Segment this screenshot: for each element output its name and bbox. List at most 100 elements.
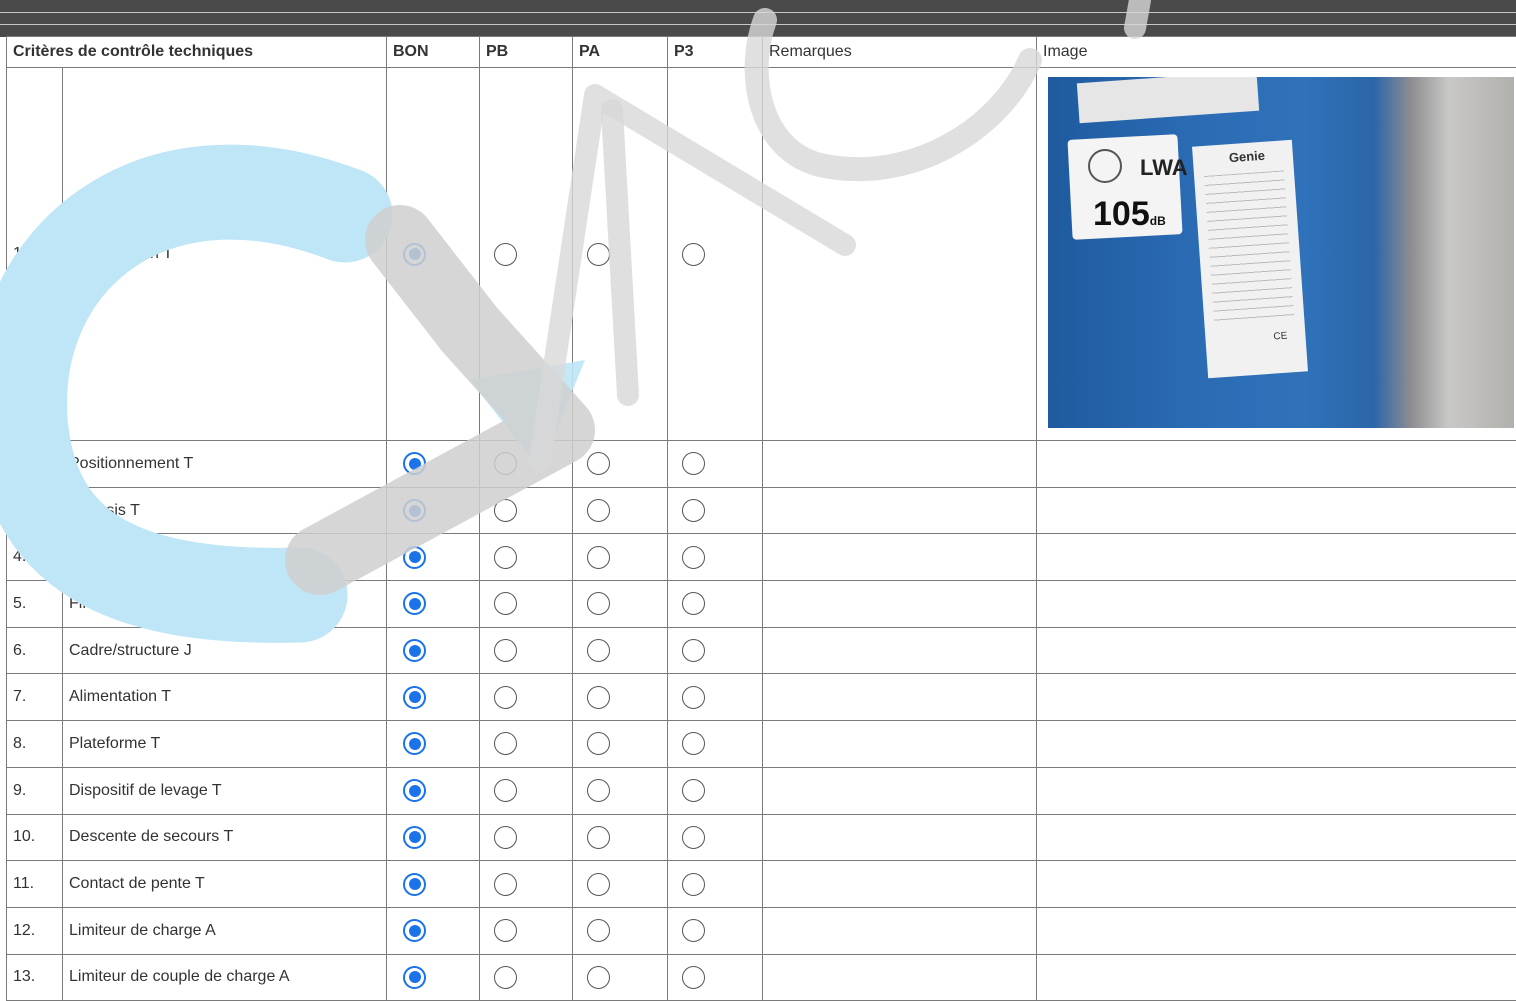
- cell-pa: [573, 721, 668, 768]
- row-criterion: Châssis T: [63, 487, 387, 534]
- radio-pa[interactable]: [587, 592, 610, 615]
- radio-pa[interactable]: [587, 546, 610, 569]
- row-image: [1037, 814, 1516, 861]
- radio-bon[interactable]: [403, 546, 426, 569]
- cell-bon: [387, 487, 480, 534]
- radio-p3[interactable]: [682, 546, 705, 569]
- radio-p3[interactable]: [682, 243, 705, 266]
- radio-pa[interactable]: [587, 499, 610, 522]
- row-image: [1037, 441, 1516, 488]
- radio-p3[interactable]: [682, 592, 705, 615]
- radio-p3[interactable]: [682, 732, 705, 755]
- row-criterion: Positionnement T: [63, 441, 387, 488]
- row-remarks[interactable]: [763, 581, 1037, 628]
- row-criterion: Identification T: [63, 68, 387, 441]
- row-remarks[interactable]: [763, 441, 1037, 488]
- row-image: [1037, 581, 1516, 628]
- radio-bon[interactable]: [403, 826, 426, 849]
- row-number: 5.: [7, 581, 63, 628]
- radio-pb[interactable]: [494, 686, 517, 709]
- row-remarks[interactable]: [763, 674, 1037, 721]
- photo-sticker: [1077, 77, 1259, 123]
- row-remarks[interactable]: [763, 861, 1037, 908]
- radio-pb[interactable]: [494, 546, 517, 569]
- radio-pa[interactable]: [587, 919, 610, 942]
- table-row: 2.Positionnement T: [7, 441, 1516, 488]
- radio-pa[interactable]: [587, 779, 610, 802]
- radio-pa[interactable]: [587, 243, 610, 266]
- table-row: 3.Châssis T: [7, 487, 1516, 534]
- cell-pa: [573, 68, 668, 441]
- cell-pb: [480, 814, 573, 861]
- header-pb: PB: [480, 37, 573, 68]
- header-image: Image: [1037, 37, 1516, 68]
- radio-p3[interactable]: [682, 966, 705, 989]
- radio-pb[interactable]: [494, 592, 517, 615]
- radio-p3[interactable]: [682, 452, 705, 475]
- cell-bon: [387, 861, 480, 908]
- radio-pb[interactable]: [494, 243, 517, 266]
- row-image: [1037, 627, 1516, 674]
- radio-pb[interactable]: [494, 452, 517, 475]
- radio-pa[interactable]: [587, 826, 610, 849]
- radio-bon[interactable]: [403, 243, 426, 266]
- row-number: 10.: [7, 814, 63, 861]
- row-remarks[interactable]: [763, 68, 1037, 441]
- row-remarks[interactable]: [763, 767, 1037, 814]
- radio-pa[interactable]: [587, 732, 610, 755]
- cell-bon: [387, 581, 480, 628]
- row-remarks[interactable]: [763, 534, 1037, 581]
- radio-pb[interactable]: [494, 639, 517, 662]
- radio-bon[interactable]: [403, 639, 426, 662]
- row-criterion: Alimentation T: [63, 674, 387, 721]
- row-remarks[interactable]: [763, 487, 1037, 534]
- radio-pa[interactable]: [587, 686, 610, 709]
- radio-pb[interactable]: [494, 732, 517, 755]
- radio-pb[interactable]: [494, 779, 517, 802]
- radio-bon[interactable]: [403, 499, 426, 522]
- cell-bon: [387, 814, 480, 861]
- radio-p3[interactable]: [682, 919, 705, 942]
- radio-pb[interactable]: [494, 966, 517, 989]
- radio-pa[interactable]: [587, 639, 610, 662]
- row-image: [1037, 534, 1516, 581]
- radio-pb[interactable]: [494, 499, 517, 522]
- radio-bon[interactable]: [403, 452, 426, 475]
- cell-pa: [573, 767, 668, 814]
- cell-p3: [668, 581, 763, 628]
- header-criteria: Critères de contrôle techniques: [7, 37, 387, 68]
- cell-pb: [480, 674, 573, 721]
- cell-pb: [480, 721, 573, 768]
- radio-bon[interactable]: [403, 779, 426, 802]
- radio-pb[interactable]: [494, 919, 517, 942]
- cell-p3: [668, 767, 763, 814]
- cell-pb: [480, 487, 573, 534]
- radio-pa[interactable]: [587, 452, 610, 475]
- radio-bon[interactable]: [403, 919, 426, 942]
- row-criterion: Cadre/structure J: [63, 627, 387, 674]
- radio-pa[interactable]: [587, 966, 610, 989]
- radio-pb[interactable]: [494, 873, 517, 896]
- radio-p3[interactable]: [682, 639, 705, 662]
- radio-bon[interactable]: [403, 732, 426, 755]
- row-remarks[interactable]: [763, 814, 1037, 861]
- radio-p3[interactable]: [682, 873, 705, 896]
- row-number: 11.: [7, 861, 63, 908]
- row-remarks[interactable]: [763, 627, 1037, 674]
- radio-bon[interactable]: [403, 592, 426, 615]
- radio-p3[interactable]: [682, 499, 705, 522]
- cell-pa: [573, 674, 668, 721]
- radio-bon[interactable]: [403, 873, 426, 896]
- row-image: [1037, 861, 1516, 908]
- radio-bon[interactable]: [403, 686, 426, 709]
- radio-bon[interactable]: [403, 966, 426, 989]
- header-bon: BON: [387, 37, 480, 68]
- row-remarks[interactable]: [763, 721, 1037, 768]
- radio-pb[interactable]: [494, 826, 517, 849]
- radio-p3[interactable]: [682, 686, 705, 709]
- radio-pa[interactable]: [587, 873, 610, 896]
- row-remarks[interactable]: [763, 907, 1037, 954]
- radio-p3[interactable]: [682, 779, 705, 802]
- radio-p3[interactable]: [682, 826, 705, 849]
- cell-pb: [480, 441, 573, 488]
